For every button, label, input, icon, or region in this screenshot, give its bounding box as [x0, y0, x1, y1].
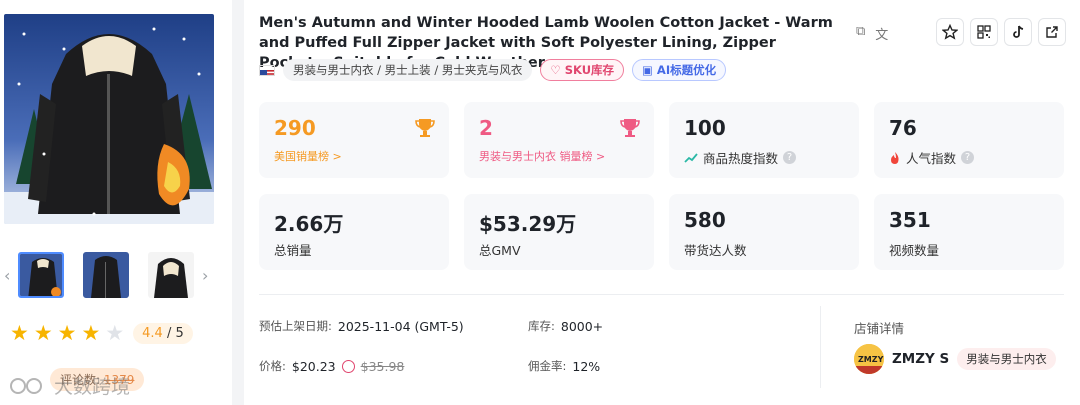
copy-icon[interactable]: ⧉	[856, 24, 865, 43]
favorite-button[interactable]	[936, 18, 964, 46]
stat-card-heat-index: 100 商品热度指数 ?	[669, 102, 859, 178]
ai-title-optimize-tag[interactable]: ▣ AI标题优化	[632, 59, 727, 81]
trend-icon	[684, 152, 698, 163]
qrcode-icon	[977, 25, 991, 39]
store-link[interactable]: ZMZY ZMZY S 男装与男士内衣	[854, 344, 1056, 374]
chevron-left-icon[interactable]: ‹	[4, 266, 10, 285]
rating-row: ★ ★ ★ ★ ★ 4.4 / 5	[10, 320, 193, 346]
stock-info: 库存: 8000+	[528, 318, 604, 334]
trophy-icon	[620, 119, 640, 137]
thumbnail-3[interactable]	[148, 252, 194, 298]
listing-date: 预估上架日期: 2025-11-04 (GMT-5)	[259, 318, 464, 334]
price-info: 价格: $20.23 $35.98	[259, 358, 405, 374]
watermark: 大数跨境	[8, 372, 130, 399]
store-section-title: 店铺详情	[854, 321, 905, 336]
category-row: 男装与男士内衣 / 男士上装 / 男士夹克与风衣 ♡ SKU库存 ▣ AI标题优…	[259, 59, 727, 81]
star-filled-icon: ★	[10, 320, 29, 345]
svg-text:ZMZY: ZMZY	[858, 355, 884, 364]
stat-card-total-gmv: $53.29万 总GMV	[464, 194, 654, 270]
translate-icon[interactable]: 文	[875, 24, 888, 43]
external-link-icon	[1046, 26, 1058, 38]
help-icon[interactable]: ?	[961, 151, 975, 164]
product-detail-panel: Men's Autumn and Winter Hooded Lamb Wool…	[244, 0, 1080, 405]
stat-card-total-sales: 2.66万 总销量	[259, 194, 449, 270]
product-gallery: ‹ › ★ ★ ★ ★ ★ 4.4 / 5 评论数: 1379 大数跨境	[0, 0, 232, 405]
star-filled-icon: ★	[57, 320, 77, 345]
chevron-right-icon[interactable]: ›	[202, 266, 208, 285]
sku-stock-tag[interactable]: ♡ SKU库存	[540, 59, 625, 81]
store-avatar[interactable]: ZMZY	[854, 344, 884, 374]
action-buttons	[936, 18, 1066, 46]
star-empty-icon: ★	[105, 320, 125, 345]
fire-icon	[891, 151, 899, 164]
product-main-image[interactable]	[4, 14, 214, 224]
help-icon[interactable]: ?	[783, 151, 797, 164]
trophy-icon	[415, 119, 435, 137]
stat-card-videos: 351 视频数量	[874, 194, 1064, 270]
divider	[820, 306, 821, 388]
divider	[259, 294, 1064, 295]
thumbnail-strip: ‹ ›	[0, 252, 232, 302]
tiktok-icon	[1013, 25, 1024, 38]
rating-score: 4.4 / 5	[133, 322, 193, 344]
stat-card-creators: 580 带货达人数	[669, 194, 859, 270]
stat-card-us-rank[interactable]: 290 美国销量榜 >	[259, 102, 449, 178]
qrcode-button[interactable]	[970, 18, 998, 46]
stat-card-popularity: 76 人气指数 ?	[874, 102, 1064, 178]
star-outline-icon	[942, 24, 958, 40]
thumbnail-2[interactable]	[83, 252, 129, 298]
coupon-icon[interactable]	[341, 359, 355, 373]
us-flag-icon	[259, 64, 275, 76]
watermark-logo-icon	[10, 377, 42, 394]
us-sales-rank-link[interactable]: 美国销量榜 >	[274, 148, 342, 164]
tiktok-button[interactable]	[1004, 18, 1032, 46]
open-external-button[interactable]	[1038, 18, 1066, 46]
star-filled-icon: ★	[33, 320, 53, 345]
category-sales-rank-link[interactable]: 男装与男士内衣 销量榜 >	[479, 148, 605, 164]
category-path[interactable]: 男装与男士内衣 / 男士上装 / 男士夹克与风衣	[283, 59, 533, 81]
star-filled-icon: ★	[81, 320, 101, 345]
thumbnail-1[interactable]	[18, 252, 64, 298]
commission-info: 佣金率: 12%	[528, 358, 601, 374]
stat-card-category-rank[interactable]: 2 男装与男士内衣 销量榜 >	[464, 102, 654, 178]
title-tools: ⧉ 文	[856, 24, 888, 43]
